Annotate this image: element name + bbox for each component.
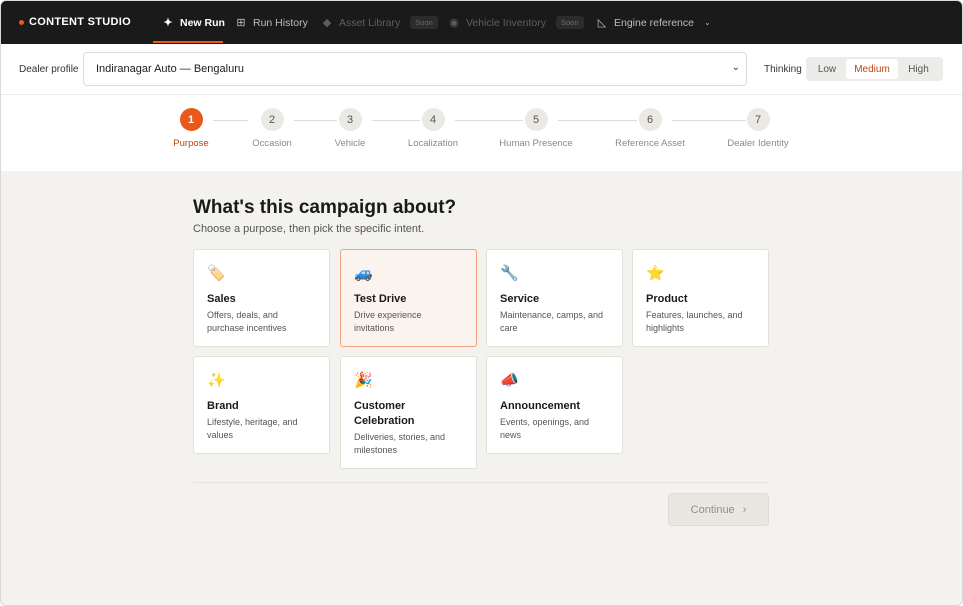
dealer-bar: Dealer profile Indiranagar Auto — Bengal… bbox=[1, 44, 962, 95]
purpose-card-sales[interactable]: 🏷️ Sales Offers, deals, and purchase inc… bbox=[193, 249, 330, 347]
nav-asset-library-label: Asset Library bbox=[339, 16, 401, 29]
step-number: 3 bbox=[338, 108, 362, 131]
top-nav-bar: CONTENT STUDIO ✦ New Run ⊞ Run History ◆… bbox=[1, 1, 962, 44]
purpose-card-service[interactable]: 🔧 Service Maintenance, camps, and care bbox=[486, 249, 623, 347]
step-label: Dealer Identity bbox=[727, 138, 789, 149]
thinking-low-button[interactable]: Low bbox=[808, 59, 846, 79]
card-title: Customer Celebration bbox=[354, 400, 415, 427]
dealer-profile-label: Dealer profile bbox=[19, 64, 79, 75]
continue-button-label: Continue bbox=[690, 503, 735, 516]
card-description: Features, launches, and highlights bbox=[646, 310, 743, 333]
step-number: 1 bbox=[179, 108, 203, 131]
thinking-medium-button[interactable]: Medium bbox=[846, 59, 898, 79]
page-subtitle: Choose a purpose, then pick the specific… bbox=[193, 223, 425, 235]
thinking-label: Thinking bbox=[764, 64, 802, 75]
step-number: 7 bbox=[746, 108, 770, 131]
divider bbox=[193, 482, 769, 483]
purpose-card-product[interactable]: ⭐ Product Features, launches, and highli… bbox=[632, 249, 769, 347]
step-number: 2 bbox=[260, 108, 284, 131]
purpose-card-test-drive[interactable]: 🚙 Test Drive Drive experience invitation… bbox=[340, 249, 477, 347]
thinking-high-button[interactable]: High bbox=[898, 59, 939, 79]
page-title: What's this campaign about? bbox=[193, 197, 457, 218]
step-number: 4 bbox=[421, 108, 445, 131]
thinking-level-toggle: Low Medium High bbox=[806, 57, 943, 81]
step-human-presence[interactable]: 5 Human Presence bbox=[486, 108, 586, 149]
nav-new-run-label: New Run bbox=[180, 16, 225, 29]
step-reference-asset[interactable]: 6 Reference Asset bbox=[600, 108, 700, 149]
nav-vehicle-inventory-label: Vehicle Inventory bbox=[466, 16, 546, 29]
soon-badge: Soon bbox=[555, 16, 584, 29]
step-number: 5 bbox=[524, 108, 548, 131]
star-icon: ⭐ bbox=[646, 265, 665, 282]
nav-vehicle-inventory[interactable]: ◉ Vehicle Inventory Soon bbox=[448, 1, 584, 44]
ruler-triangle-icon: ◺ bbox=[597, 17, 607, 29]
card-title: Test Drive bbox=[354, 293, 407, 305]
card-title: Brand bbox=[207, 400, 239, 412]
car-icon: 🚙 bbox=[354, 265, 373, 282]
nav-engine-reference[interactable]: ◺ Engine reference ⌄ bbox=[596, 1, 711, 44]
card-description: Events, openings, and news bbox=[500, 417, 590, 440]
step-label: Reference Asset bbox=[615, 138, 685, 149]
brand[interactable]: CONTENT STUDIO bbox=[19, 16, 131, 28]
diamond-icon: ◆ bbox=[322, 17, 332, 29]
grid-icon: ⊞ bbox=[236, 17, 246, 29]
card-title: Product bbox=[646, 293, 688, 305]
active-tab-indicator bbox=[153, 41, 223, 43]
circle-dot-icon: ◉ bbox=[449, 17, 459, 29]
sparkle-icon: ✦ bbox=[163, 17, 173, 29]
chevron-down-icon: ⌄ bbox=[703, 18, 711, 27]
tag-icon: 🏷️ bbox=[207, 265, 226, 282]
card-description: Deliveries, stories, and milestones bbox=[354, 432, 446, 455]
chevron-down-icon: ⌄ bbox=[731, 62, 740, 73]
card-title: Sales bbox=[207, 293, 236, 305]
party-popper-icon: 🎉 bbox=[354, 372, 373, 389]
nav-engine-reference-label: Engine reference bbox=[614, 16, 694, 29]
wrench-icon: 🔧 bbox=[500, 265, 519, 282]
card-description: Lifestyle, heritage, and values bbox=[207, 417, 298, 440]
nav-run-history-label: Run History bbox=[253, 16, 308, 29]
dealer-profile-value: Indiranagar Auto — Bengaluru bbox=[96, 63, 244, 75]
dealer-profile-select[interactable]: Indiranagar Auto — Bengaluru ⌄ bbox=[83, 52, 747, 86]
purpose-card-customer-celebration[interactable]: 🎉 Customer Celebration Deliveries, stori… bbox=[340, 356, 477, 469]
card-description: Offers, deals, and purchase incentives bbox=[207, 310, 287, 333]
nav-new-run[interactable]: ✦ New Run bbox=[162, 1, 225, 44]
step-localization[interactable]: 4 Localization bbox=[383, 108, 483, 149]
nav-asset-library[interactable]: ◆ Asset Library Soon bbox=[321, 1, 438, 44]
sparkles-icon: ✨ bbox=[207, 372, 226, 389]
wizard-stepper: 1 Purpose 2 Occasion 3 Vehicle 4 Localiz… bbox=[1, 95, 962, 171]
step-label: Localization bbox=[407, 138, 459, 149]
card-description: Maintenance, camps, and care bbox=[500, 310, 604, 333]
purpose-card-brand[interactable]: ✨ Brand Lifestyle, heritage, and values bbox=[193, 356, 330, 454]
step-label: Human Presence bbox=[499, 138, 573, 149]
card-description: Drive experience invitations bbox=[354, 310, 422, 333]
purpose-card-announcement[interactable]: 📣 Announcement Events, openings, and new… bbox=[486, 356, 623, 454]
soon-badge: Soon bbox=[410, 16, 438, 29]
app-window: CONTENT STUDIO ✦ New Run ⊞ Run History ◆… bbox=[0, 0, 963, 606]
megaphone-icon: 📣 bbox=[500, 372, 519, 389]
nav-run-history[interactable]: ⊞ Run History bbox=[235, 1, 308, 44]
step-dealer-identity[interactable]: 7 Dealer Identity bbox=[708, 108, 808, 149]
continue-button[interactable]: Continue › bbox=[668, 493, 769, 526]
brand-dot-icon bbox=[19, 19, 24, 25]
card-title: Announcement bbox=[500, 400, 581, 412]
card-title: Service bbox=[500, 293, 540, 305]
step-number: 6 bbox=[638, 108, 662, 131]
brand-title: CONTENT STUDIO bbox=[29, 16, 131, 28]
chevron-right-icon: › bbox=[742, 503, 747, 516]
